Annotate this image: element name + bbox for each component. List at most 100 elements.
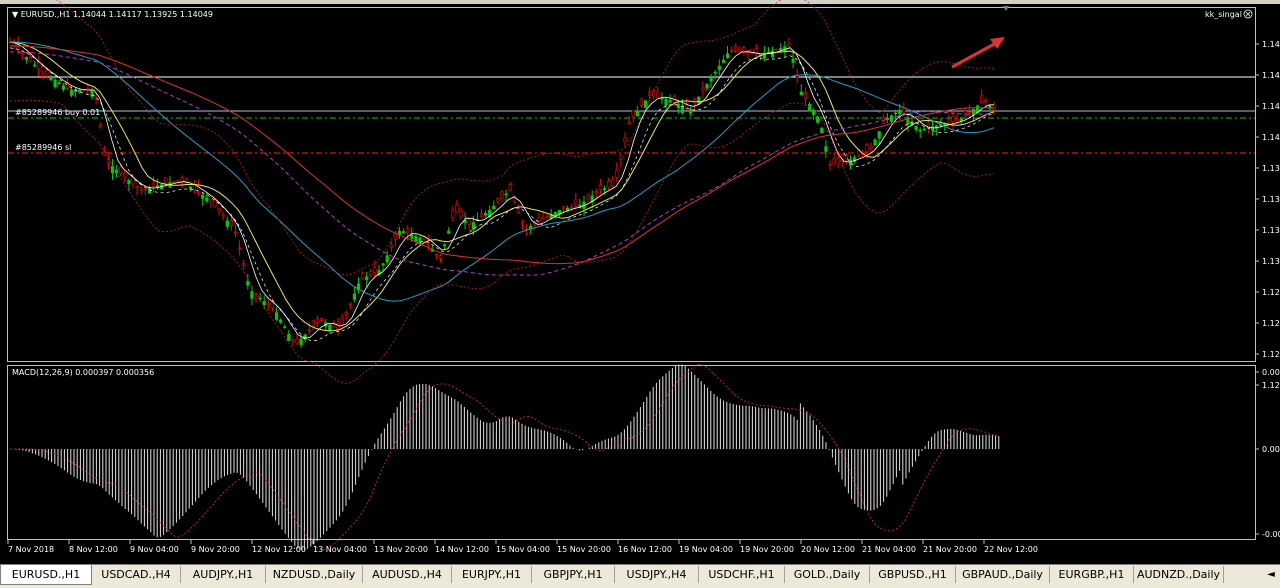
candle-body (32, 64, 37, 67)
candle-body (623, 137, 627, 142)
candle-body (816, 116, 820, 123)
price-chart[interactable]: 1.14 1.14 1.14 1.14 1.13 1.13 1.13 1.13 1.12 1.12… (0, 0, 1280, 566)
candle-body (688, 108, 693, 114)
time-tick-label: 9 Nov 20:00 (191, 545, 240, 554)
candle-body (283, 326, 287, 329)
macd-tick-label: 0.00 (1262, 445, 1280, 454)
candle-body (848, 159, 853, 166)
candle-body (836, 157, 840, 164)
candle-body (369, 271, 373, 275)
candle-body (734, 45, 738, 52)
candle-body (508, 184, 512, 191)
candle-body (311, 320, 316, 327)
chart-tab[interactable]: GOLD.,Daily (785, 566, 870, 583)
candle-body (524, 228, 529, 230)
time-tick-label: 8 Nov 12:00 (69, 545, 118, 554)
candle-body (397, 230, 402, 235)
candle-body (791, 58, 795, 63)
close-indicator-icon[interactable] (1243, 9, 1253, 19)
price-tick-label: 1.14 (1262, 133, 1280, 142)
candle-body (738, 47, 742, 52)
candle-body (41, 66, 45, 73)
candle-body (947, 119, 951, 124)
candle-body (795, 75, 799, 78)
time-tick-label: 21 Nov 04:00 (862, 545, 916, 554)
candle-body (824, 146, 828, 152)
candle-body (701, 87, 705, 91)
chart-tab[interactable]: USDCAD.,H4 (92, 566, 181, 583)
candle-body (980, 95, 984, 103)
candle-body (250, 291, 254, 299)
chart-tab[interactable]: GBPJPY.,H1 (532, 566, 615, 583)
candle-body (229, 220, 234, 226)
candle-body (898, 109, 902, 115)
chart-tab[interactable]: USDCHF.,H1 (699, 566, 785, 583)
macd-label: MACD(12,26,9) 0.000397 0.000356 (12, 368, 154, 377)
chart-tab[interactable]: EURGBP.,H1 (1050, 566, 1134, 583)
candle-body (451, 210, 455, 218)
candle-body (188, 186, 193, 189)
bollinger-upper-line (56, 0, 995, 276)
candle-body (151, 181, 156, 187)
candle-body (832, 158, 836, 165)
candle-body (561, 205, 566, 210)
candle-body (721, 59, 725, 63)
candle-body (709, 78, 713, 82)
symbol-period: EURUSD.,H1 (21, 10, 71, 19)
candle-body (180, 177, 184, 182)
chart-tab[interactable]: EURUSD.,H1 (0, 565, 92, 585)
candle-body (49, 77, 53, 81)
candle-body (914, 125, 918, 130)
candle-body (455, 204, 459, 213)
candle-body (393, 233, 398, 240)
chart-tab[interactable]: AUDJPY.,H1 (181, 566, 266, 583)
candle-body (750, 48, 754, 54)
price-tick-label: 1.12 (1262, 319, 1280, 328)
triangle-left-icon[interactable]: ◄ (1262, 566, 1280, 584)
trend-arrow-icon (951, 37, 1005, 69)
candle-body (545, 216, 549, 218)
candle-body (598, 184, 602, 191)
candle-body (348, 303, 352, 306)
candle-body (865, 144, 869, 152)
chart-tab[interactable]: GBPUSD.,H1 (870, 566, 956, 583)
candle-body (176, 180, 180, 182)
candle-body (717, 65, 721, 70)
candle-body (221, 214, 225, 217)
time-tick-label: 21 Nov 20:00 (923, 545, 977, 554)
candle-body (574, 198, 578, 207)
candle-body (295, 338, 299, 344)
candle-body (635, 110, 639, 117)
candle-body (274, 312, 279, 320)
candle-body (643, 100, 648, 108)
candle-body (307, 329, 311, 332)
candle-body (611, 179, 615, 187)
candle-body (504, 193, 508, 196)
ohlc-values: 1.14044 1.14117 1.13925 1.14049 (73, 10, 213, 19)
candle-body (287, 333, 291, 341)
candle-body (127, 180, 131, 185)
candle-body (713, 71, 717, 74)
chart-tab[interactable]: AUDNZD.,Daily (1134, 566, 1224, 583)
candle-body (955, 119, 959, 122)
candle-body (893, 112, 898, 115)
candle-body (594, 191, 598, 194)
candle-body (319, 318, 324, 322)
candle-body (627, 122, 631, 125)
window-title: ▼ EURUSD.,H1 1.14044 1.14117 1.13925 1.1… (12, 10, 213, 19)
ma-blue-line (9, 41, 995, 302)
chart-tab[interactable]: NZDUSD.,Daily (266, 566, 363, 583)
chart-tab[interactable]: USDJPY.,H4 (615, 566, 699, 583)
time-axis: 7 Nov 2018 8 Nov 12:00 9 Nov 04:00 9 Nov 20… (7, 540, 1038, 554)
macd-histogram (10, 364, 1000, 551)
chart-shift-marker-icon[interactable] (1003, 6, 1009, 11)
chart-tab[interactable]: GBPAUD.,Daily (956, 566, 1050, 583)
chart-tab[interactable]: EURJPY.,H1 (452, 566, 532, 583)
chart-window[interactable]: 1.14 1.14 1.14 1.14 1.13 1.13 1.13 1.13 1.12 1.12… (0, 0, 1280, 566)
time-tick-label: 22 Nov 12:00 (984, 545, 1038, 554)
candle-body (705, 84, 709, 89)
chart-tab[interactable]: AUDUSD.,H4 (363, 566, 452, 583)
time-tick-label: 19 Nov 20:00 (740, 545, 794, 554)
candle-body (529, 225, 533, 229)
candle-body (844, 155, 848, 162)
